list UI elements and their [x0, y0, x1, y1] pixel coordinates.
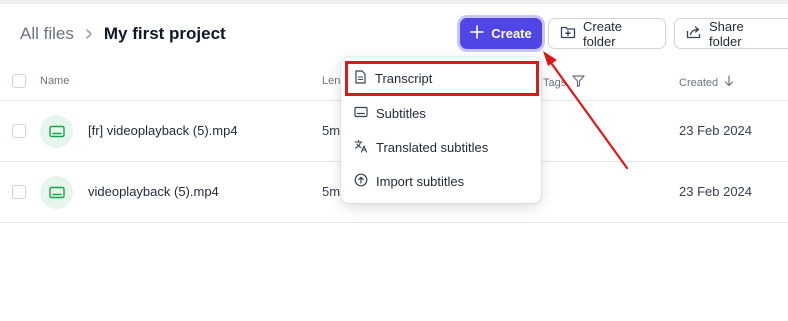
column-length-label: Len [322, 75, 341, 87]
share-folder-label: Share folder [709, 18, 744, 49]
video-file-icon [40, 115, 73, 148]
column-tags-header[interactable]: Tags [543, 75, 585, 90]
menu-item-translated-subtitles[interactable]: Translated subtitles [341, 130, 541, 164]
top-border [0, 0, 788, 4]
file-length: 5m [322, 123, 341, 138]
file-created-date: 23 Feb 2024 [679, 123, 753, 138]
column-created-label: Created [679, 76, 719, 89]
column-name-label: Name [40, 75, 70, 87]
file-name[interactable]: videoplayback (5).mp4 [88, 184, 219, 199]
column-created-header[interactable]: Created [679, 75, 734, 90]
subtitles-icon [354, 106, 368, 121]
column-name-header[interactable]: Name [40, 75, 69, 87]
page-title: My first project [103, 24, 226, 43]
row-checkbox[interactable] [12, 185, 26, 199]
video-file-icon [40, 176, 73, 209]
menu-item-label: Import subtitles [376, 173, 465, 189]
plus-icon [470, 25, 485, 42]
create-folder-button[interactable]: Create folder [548, 18, 666, 49]
menu-item-label: Translated subtitles [376, 139, 489, 155]
file-created-date: 23 Feb 2024 [679, 184, 753, 199]
select-all-checkbox[interactable] [12, 74, 26, 88]
menu-item-label: Subtitles [376, 105, 426, 121]
column-tags-label: Tags [543, 76, 567, 89]
row-checkbox[interactable] [12, 124, 26, 138]
menu-item-import-subtitles[interactable]: Import subtitles [341, 164, 541, 198]
share-icon [686, 25, 702, 42]
breadcrumb: All files My first project [20, 24, 226, 44]
menu-item-subtitles[interactable]: Subtitles [341, 96, 541, 130]
file-length: 5m [322, 184, 341, 199]
file-name[interactable]: [fr] videoplayback (5).mp4 [88, 123, 238, 138]
annotation-highlight-box [345, 61, 539, 96]
create-button-label: Create [491, 26, 532, 41]
create-button[interactable]: Create [460, 18, 542, 49]
translate-icon [354, 139, 368, 156]
column-length-header[interactable]: Len [322, 75, 340, 87]
breadcrumb-root-link[interactable]: All files [20, 24, 74, 44]
upload-circle-icon [354, 173, 368, 190]
share-folder-button[interactable]: Share folder [674, 18, 788, 49]
filter-icon[interactable] [572, 75, 585, 90]
chevron-right-icon [84, 28, 94, 40]
folder-plus-icon [560, 25, 576, 42]
arrow-down-icon [724, 75, 734, 90]
create-folder-label: Create folder [583, 18, 623, 49]
